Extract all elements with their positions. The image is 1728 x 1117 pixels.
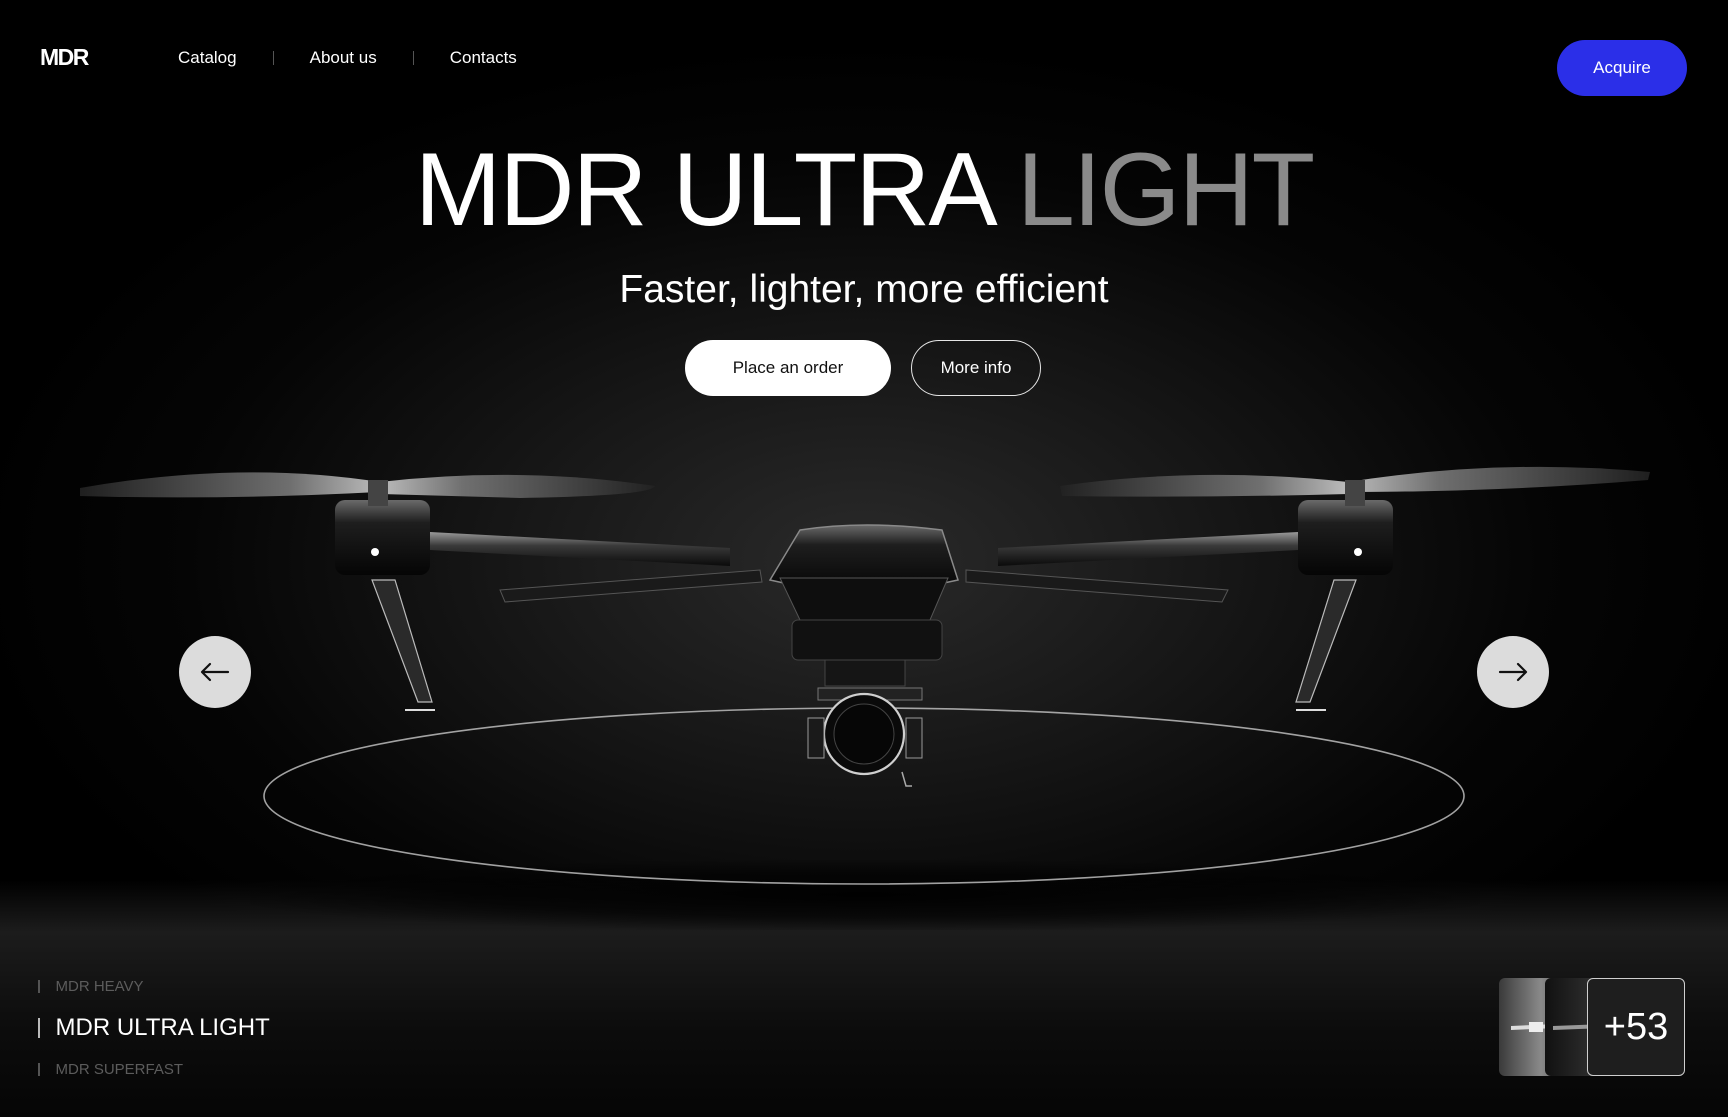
- nav-divider: [272, 51, 274, 65]
- model-indicator: [38, 1063, 40, 1076]
- hero-subtitle: Faster, lighter, more efficient: [619, 268, 1109, 311]
- gallery-more-button[interactable]: +53: [1587, 978, 1685, 1076]
- drone-image: [80, 466, 1650, 885]
- hero-title: MDR ULTRA LIGHT: [0, 138, 1728, 242]
- model-item-ultra-light[interactable]: MDR ULTRA LIGHT: [38, 1014, 270, 1042]
- brand-logo[interactable]: MDR: [40, 44, 89, 71]
- model-item-heavy[interactable]: MDR HEAVY: [38, 978, 270, 995]
- nav-divider: [412, 51, 414, 65]
- hero-title-main: MDR ULTRA: [414, 132, 992, 248]
- arrow-right-icon: [1498, 662, 1528, 682]
- carousel-prev-button[interactable]: [179, 636, 251, 708]
- arrow-left-icon: [200, 662, 230, 682]
- model-list: MDR HEAVY MDR ULTRA LIGHT MDR SUPERFAST: [38, 978, 270, 1078]
- model-item-superfast[interactable]: MDR SUPERFAST: [38, 1061, 270, 1078]
- hero-title-accent: LIGHT: [1016, 132, 1315, 248]
- model-indicator: [38, 1018, 40, 1038]
- model-label: MDR ULTRA LIGHT: [55, 1014, 270, 1041]
- model-indicator: [38, 980, 40, 993]
- carousel-next-button[interactable]: [1477, 636, 1549, 708]
- acquire-button[interactable]: Acquire: [1557, 40, 1687, 96]
- place-order-button[interactable]: Place an order: [685, 340, 891, 396]
- more-info-button[interactable]: More info: [911, 340, 1041, 396]
- model-label: MDR SUPERFAST: [55, 1061, 184, 1078]
- main-nav: Catalog About us Contacts: [178, 48, 517, 68]
- nav-contacts-link[interactable]: Contacts: [450, 48, 517, 68]
- model-label: MDR HEAVY: [55, 978, 144, 995]
- nav-catalog-link[interactable]: Catalog: [178, 48, 237, 68]
- nav-about-link[interactable]: About us: [310, 48, 377, 68]
